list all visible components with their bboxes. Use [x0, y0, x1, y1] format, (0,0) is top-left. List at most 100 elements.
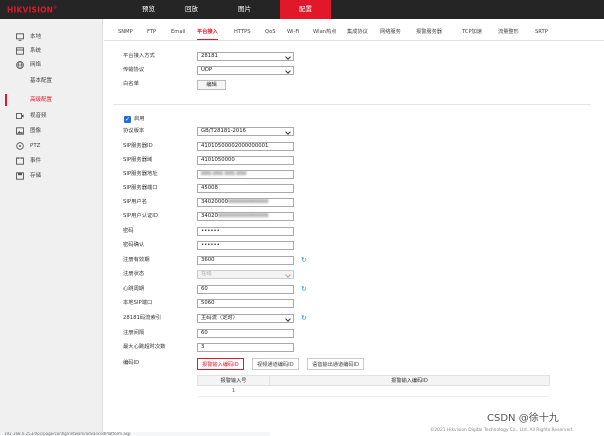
refresh-icon[interactable]: ↻ — [301, 314, 308, 322]
table-cell: 1 — [197, 385, 270, 397]
local-sip-port-input[interactable]: 5060 — [197, 299, 294, 308]
tab-alarm-input-encode-id[interactable]: 报警输入编码ID — [197, 358, 244, 370]
sidebar-item-label: 本地 — [30, 34, 42, 40]
sidebar-item-label: 系统 — [30, 48, 42, 54]
heartbeat-period-input[interactable]: 60 — [197, 285, 294, 294]
video-icon — [16, 113, 24, 119]
sip-server-domain-input[interactable]: 4101050000 — [197, 156, 294, 165]
field-label: 注册间隔 — [123, 330, 145, 336]
sidebar-item-video-audio[interactable]: 视音频 — [0, 110, 103, 122]
tab-https[interactable]: HTTPS — [234, 27, 251, 40]
table-row[interactable]: 1 — [197, 385, 550, 397]
protocol-label: 传输协议 — [123, 67, 145, 73]
topnav-picture[interactable]: 图片 — [223, 0, 266, 19]
sidebar-item-storage[interactable]: 存储 — [0, 170, 103, 182]
sip-server-address-input[interactable]: 000.000.000.000 — [197, 170, 294, 179]
sip-auth-id-input[interactable]: 34020000000000000000 — [197, 212, 294, 221]
sip-server-id-input[interactable]: 41010500002000000001 — [197, 142, 294, 151]
sidebar-item-image[interactable]: 图像 — [0, 125, 103, 137]
field-label: 本地SIP端口 — [123, 300, 153, 306]
active-marker — [5, 94, 7, 106]
field-label: 最大心跳超时次数 — [123, 344, 166, 350]
sidebar-sub-advanced-config[interactable]: 高级配置 — [30, 94, 52, 106]
tab-wifi[interactable]: Wi-Fi — [287, 27, 299, 40]
section-divider — [113, 104, 591, 105]
register-validity-input[interactable]: 3600 — [197, 256, 294, 265]
table-cell[interactable] — [269, 385, 550, 397]
tab-ftp[interactable]: FTP — [147, 27, 156, 40]
field-label: 密码确认 — [123, 242, 145, 248]
system-icon — [16, 47, 24, 55]
tab-platform-access[interactable]: 平台接入 — [197, 27, 218, 40]
tab-wlan-hotspot[interactable]: Wlan热点 — [313, 27, 336, 40]
field-label: SIP服务器域 — [123, 157, 153, 163]
tab-alarm-server[interactable]: 报警服务器 — [416, 27, 442, 40]
sidebar-item-network[interactable]: 网络 — [0, 59, 103, 71]
sidebar-item-label: 图像 — [30, 128, 42, 134]
field-label: SIP用户名 — [123, 199, 148, 205]
event-icon — [16, 157, 24, 165]
watermark: CSDN @徐十九 — [487, 413, 559, 424]
sip-username-input[interactable]: 34020000000000000000 — [197, 198, 294, 207]
sidebar-sub-basic-config[interactable]: 基本配置 — [30, 75, 52, 87]
status-bar-url: 192.168.0.253/doc/page/config/network/ad… — [0, 432, 270, 436]
sidebar-item-label: 存储 — [30, 173, 42, 179]
field-label: 注册状态 — [123, 271, 145, 277]
tab-audio-output-encode-id[interactable]: 语音输出通道编码ID — [307, 358, 365, 370]
protocol-version-select[interactable]: GB/T28181-2016 — [197, 127, 294, 136]
tab-integration-protocol[interactable]: 集成协议 — [347, 27, 368, 40]
tab-snmp[interactable]: SNMP — [118, 27, 133, 40]
tab-tcp-accel[interactable]: TCP加速 — [462, 27, 482, 40]
topnav-playback[interactable]: 回放 — [170, 0, 213, 19]
column-header: 报警输入编码ID — [269, 375, 550, 386]
whitelist-label: 白名单 — [123, 81, 139, 87]
platform-access-select[interactable]: 28181 — [197, 52, 294, 61]
sidebar-item-local[interactable]: 本地 — [0, 31, 103, 43]
field-label: 心跳周期 — [123, 286, 145, 292]
refresh-icon[interactable]: ↻ — [301, 256, 308, 264]
stream-index-select[interactable]: 主码流（定时） — [197, 314, 294, 323]
column-header: 报警输入号 — [197, 375, 270, 386]
tab-traffic-shaping[interactable]: 流量整形 — [498, 27, 519, 40]
refresh-icon[interactable]: ↻ — [301, 285, 308, 293]
register-status-select: 在线 — [197, 270, 294, 279]
storage-icon — [16, 172, 24, 180]
enable-label: 启用 — [134, 116, 145, 122]
max-heartbeat-timeout-input[interactable]: 3 — [197, 343, 294, 352]
sidebar-item-system[interactable]: 系统 — [0, 45, 103, 57]
topnav-config[interactable]: 配置 — [280, 0, 331, 19]
protocol-select[interactable]: UDP — [197, 66, 294, 75]
tab-video-channel-encode-id[interactable]: 视频通道编码ID — [252, 358, 299, 370]
image-icon — [16, 127, 24, 135]
enable-checkbox[interactable]: ✓ — [124, 116, 131, 123]
sidebar-item-label: PTZ — [30, 143, 41, 149]
field-label: 协议版本 — [123, 128, 145, 134]
redacted-value: 000.000.000.000 — [201, 171, 247, 177]
tab-network-service[interactable]: 网络服务 — [380, 27, 401, 40]
encode-id-label: 编码ID — [123, 360, 140, 366]
field-label: SIP服务器地址 — [123, 171, 158, 177]
config-tabs: SNMP FTP Email 平台接入 HTTPS QoS Wi-Fi Wlan… — [104, 27, 604, 40]
sidebar-item-label: 事件 — [30, 158, 42, 164]
sidebar-item-ptz[interactable]: PTZ — [0, 140, 103, 152]
tab-email[interactable]: Email — [171, 27, 185, 40]
edit-whitelist-button[interactable]: 编辑 — [197, 80, 226, 90]
sidebar-item-label: 视音频 — [30, 113, 47, 119]
password-input[interactable]: •••••• — [197, 227, 294, 236]
sip-server-port-input[interactable]: 45008 — [197, 184, 294, 193]
field-label: SIP服务器端口 — [123, 185, 158, 191]
tab-qos[interactable]: QoS — [265, 27, 276, 40]
sidebar-item-event[interactable]: 事件 — [0, 155, 103, 167]
copyright: ©2021 Hikvision Digital Technology Co., … — [430, 428, 574, 433]
globe-icon — [16, 61, 24, 69]
field-label: 密码 — [123, 228, 134, 234]
password-confirm-input[interactable]: •••••• — [197, 241, 294, 250]
hikvision-logo: HIKVISION® — [7, 5, 58, 15]
register-interval-input[interactable]: 60 — [197, 329, 294, 338]
topnav-preview[interactable]: 预览 — [127, 0, 170, 19]
redacted-value: 000000000000 — [227, 199, 269, 205]
field-label: SIP服务器ID — [123, 143, 153, 149]
platform-access-label: 平台接入方式 — [123, 53, 155, 59]
tab-srtp[interactable]: SRTP — [535, 27, 548, 40]
ptz-icon — [16, 142, 24, 150]
